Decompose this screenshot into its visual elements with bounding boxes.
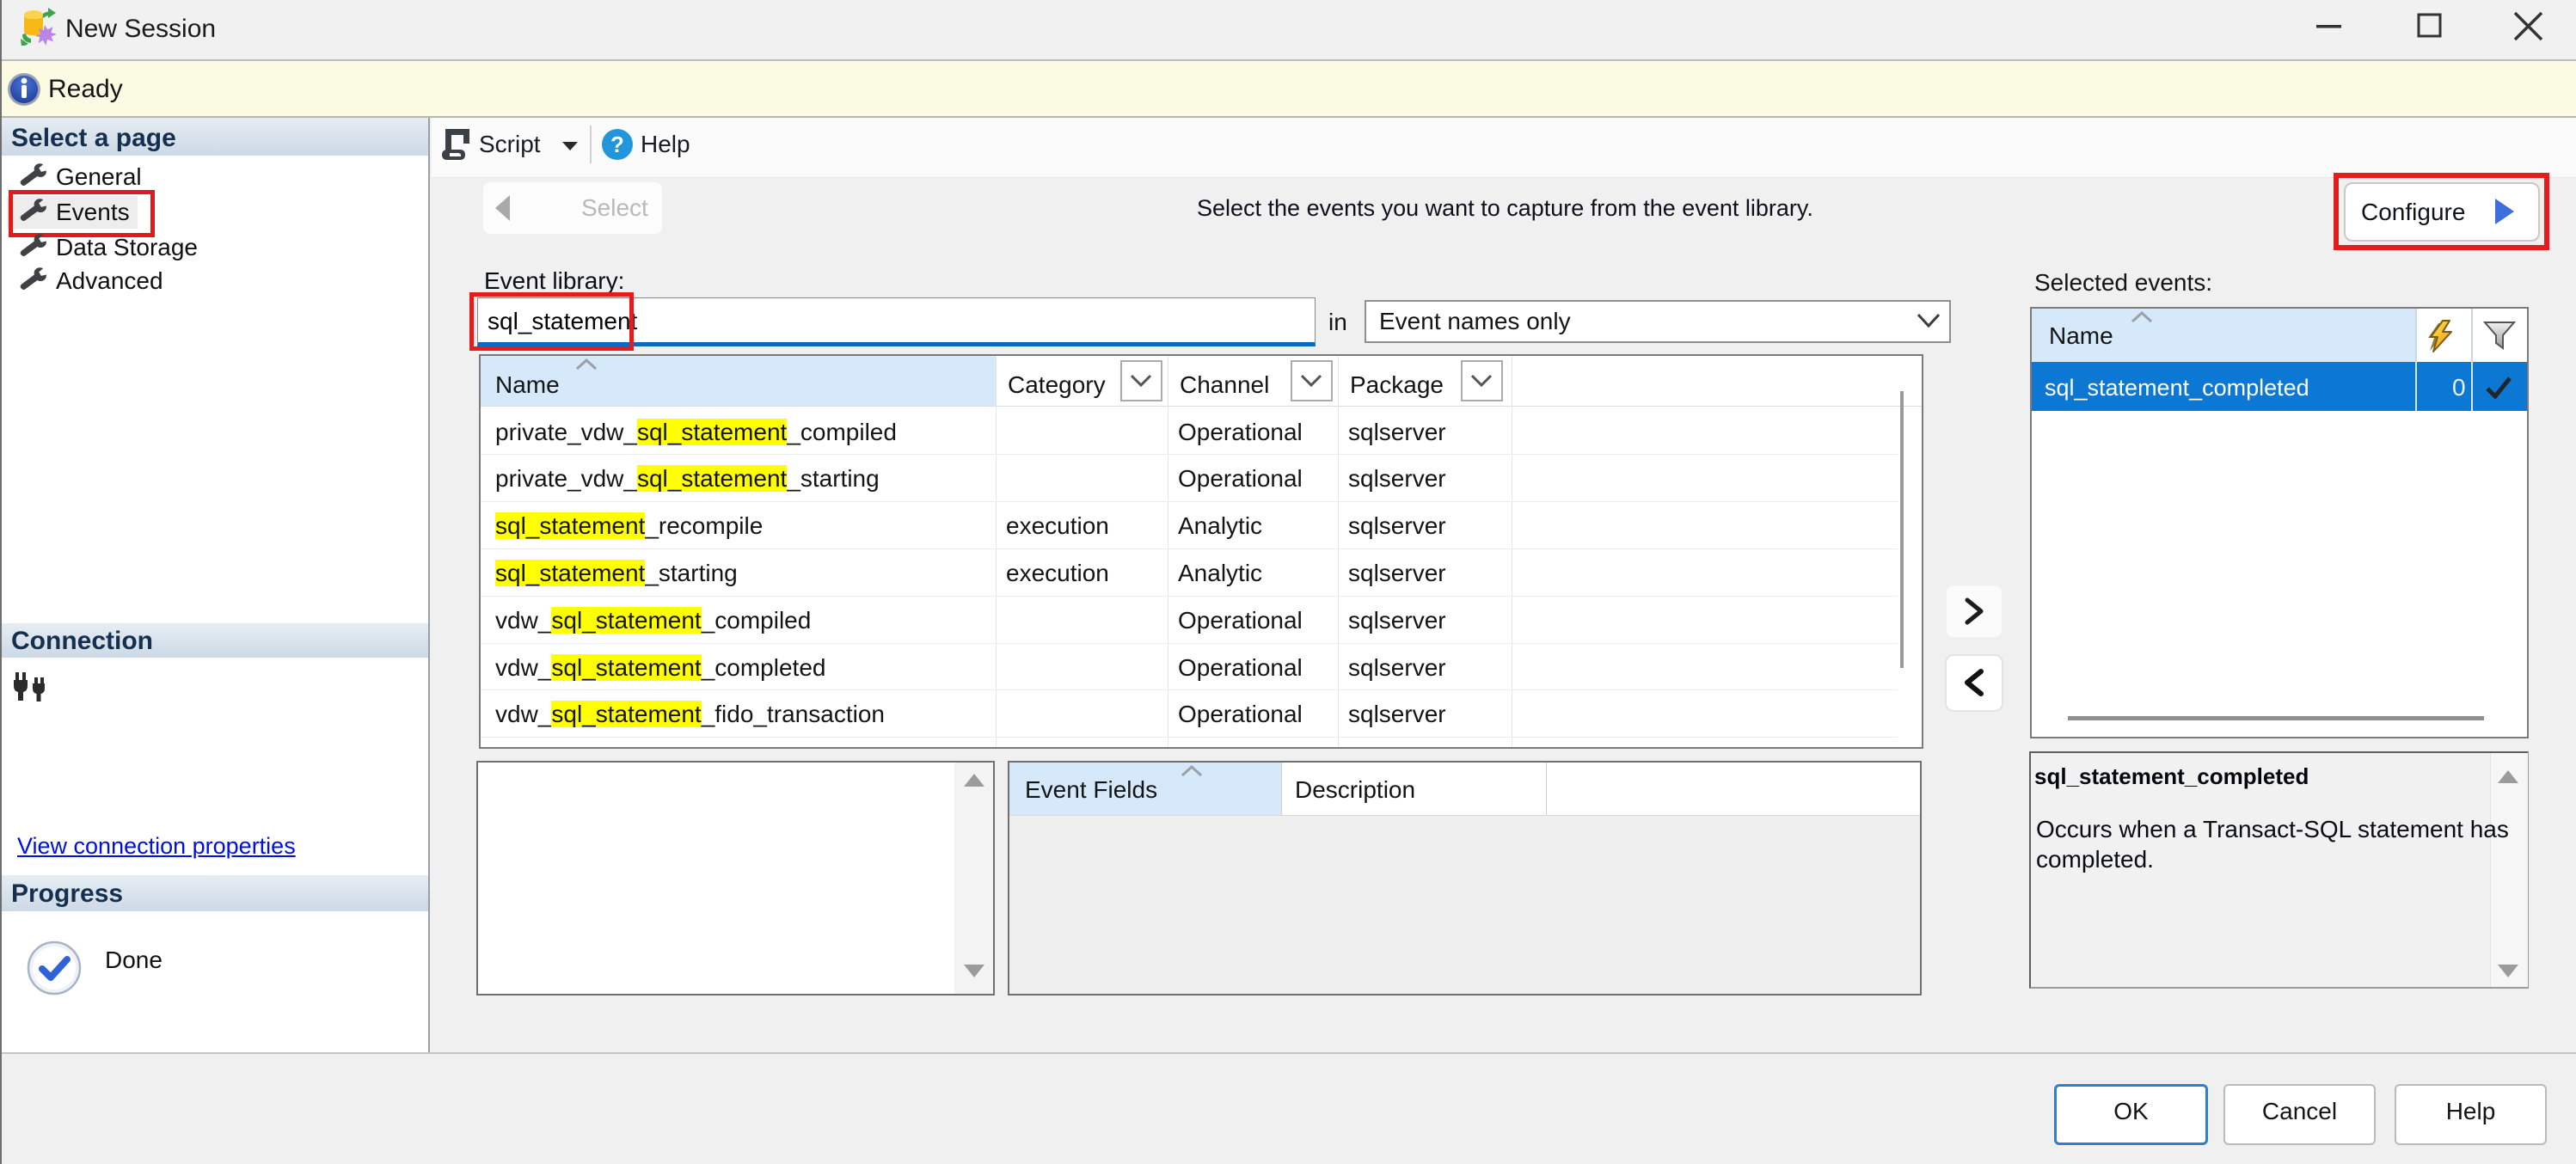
svg-text:?: ? xyxy=(610,132,624,157)
